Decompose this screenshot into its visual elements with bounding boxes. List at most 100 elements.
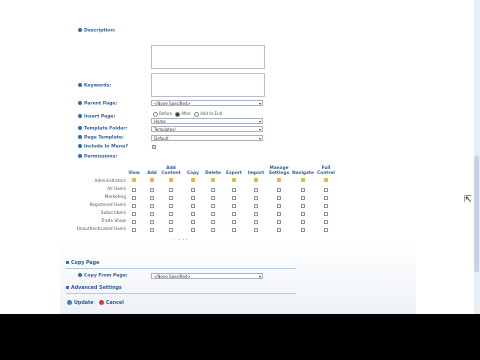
permission-checkbox[interactable]: [324, 204, 328, 208]
permission-checkbox[interactable]: [254, 204, 258, 208]
permission-checkbox[interactable]: [232, 196, 236, 200]
permission-checkbox[interactable]: [191, 228, 195, 232]
parent-page-select[interactable]: <None Specified> ▾: [151, 100, 263, 106]
permission-checkbox[interactable]: [232, 228, 236, 232]
permission-checkbox[interactable]: [324, 188, 328, 192]
permission-checkbox[interactable]: [150, 220, 154, 224]
permission-checkbox[interactable]: [277, 188, 281, 192]
cancel-icon: [99, 300, 104, 305]
help-icon[interactable]: [78, 135, 82, 139]
include-in-menu-checkbox[interactable]: [152, 145, 156, 149]
permission-checkbox[interactable]: [132, 196, 136, 200]
permission-column-header: Full Control: [317, 166, 335, 176]
page-template-select[interactable]: Default ▾: [151, 135, 263, 141]
permission-checkbox[interactable]: [301, 196, 305, 200]
permission-checkbox[interactable]: [132, 204, 136, 208]
copy-from-page-label: Copy From Page:: [78, 273, 128, 279]
cancel-button[interactable]: Cancel: [99, 300, 124, 306]
help-icon[interactable]: [78, 273, 82, 277]
permission-column-header: Add Content: [161, 166, 181, 176]
permission-checkbox[interactable]: [254, 228, 258, 232]
insert-page-select[interactable]: Home ▾: [151, 118, 263, 124]
permission-checkbox[interactable]: [150, 196, 154, 200]
permission-checkbox[interactable]: [191, 220, 195, 224]
permission-role-label: Unauthenticated Users: [76, 227, 126, 232]
radio-before[interactable]: [153, 111, 158, 117]
help-icon[interactable]: [78, 144, 82, 148]
permission-checkbox[interactable]: [254, 220, 258, 224]
permission-column-header: Manage Settings: [268, 166, 290, 176]
copy-page-section-header[interactable]: Copy Page: [66, 261, 99, 266]
permission-checkbox[interactable]: [254, 212, 258, 216]
permission-checkbox[interactable]: [132, 228, 136, 232]
radio-add-to-end[interactable]: [194, 111, 200, 117]
help-icon[interactable]: [78, 28, 82, 32]
permission-checkbox[interactable]: [150, 212, 154, 216]
permission-checkbox[interactable]: [211, 196, 215, 200]
permission-checkbox[interactable]: [277, 228, 281, 232]
section-divider: [66, 268, 296, 269]
help-icon[interactable]: [78, 154, 82, 158]
permission-checkbox[interactable]: [254, 196, 258, 200]
copy-from-page-select[interactable]: <None Specified> ▾: [151, 273, 263, 279]
permission-checkbox[interactable]: [211, 212, 215, 216]
permission-checkbox[interactable]: [232, 188, 236, 192]
help-icon[interactable]: [78, 114, 82, 118]
permission-checkbox[interactable]: [211, 220, 215, 224]
permission-checkbox[interactable]: [150, 188, 154, 192]
permission-checkbox[interactable]: [191, 196, 195, 200]
permission-checkbox[interactable]: [169, 228, 173, 232]
lock-icon: [169, 178, 173, 182]
permission-checkbox[interactable]: [277, 212, 281, 216]
help-icon[interactable]: [78, 126, 82, 130]
keywords-label: Keywords:: [78, 83, 111, 89]
permission-checkbox[interactable]: [277, 204, 281, 208]
permission-checkbox[interactable]: [254, 188, 258, 192]
section-divider: [66, 293, 296, 294]
description-field[interactable]: [151, 45, 265, 69]
permission-checkbox[interactable]: [324, 220, 328, 224]
radio-after[interactable]: [175, 111, 181, 117]
permission-checkbox[interactable]: [191, 204, 195, 208]
parent-page-label: Parent Page:: [78, 101, 117, 107]
permission-checkbox[interactable]: [301, 212, 305, 216]
permission-checkbox[interactable]: [232, 220, 236, 224]
permission-checkbox[interactable]: [191, 212, 195, 216]
permission-checkbox[interactable]: [150, 204, 154, 208]
permission-checkbox[interactable]: [132, 212, 136, 216]
permission-checkbox[interactable]: [211, 188, 215, 192]
template-folder-select[interactable]: Templates/▾: [151, 126, 263, 132]
permission-checkbox[interactable]: [169, 212, 173, 216]
permission-checkbox[interactable]: [324, 196, 328, 200]
permission-checkbox[interactable]: [277, 220, 281, 224]
permission-checkbox[interactable]: [150, 228, 154, 232]
permission-checkbox[interactable]: [132, 220, 136, 224]
permission-checkbox[interactable]: [277, 196, 281, 200]
permission-checkbox[interactable]: [301, 220, 305, 224]
scrollbar-thumb[interactable]: [474, 156, 479, 272]
keywords-field[interactable]: [151, 73, 265, 97]
permission-checkbox[interactable]: [169, 204, 173, 208]
permission-checkbox[interactable]: [211, 228, 215, 232]
help-icon[interactable]: [78, 101, 82, 105]
permission-checkbox[interactable]: [169, 188, 173, 192]
update-button[interactable]: Update: [67, 300, 94, 306]
permission-checkbox[interactable]: [301, 188, 305, 192]
permission-checkbox[interactable]: [324, 228, 328, 232]
permission-checkbox[interactable]: [301, 228, 305, 232]
permission-checkbox[interactable]: [191, 188, 195, 192]
permission-checkbox[interactable]: [211, 204, 215, 208]
permission-checkbox[interactable]: [169, 196, 173, 200]
permission-checkbox[interactable]: [132, 188, 136, 192]
page-settings-form: Description: Keywords: Parent Page: <Non…: [60, 0, 416, 314]
advanced-settings-section-header[interactable]: Advanced Settings: [66, 286, 122, 291]
permission-checkbox[interactable]: [324, 212, 328, 216]
radio-add-to-end-label: Add to End: [200, 111, 223, 116]
permission-checkbox[interactable]: [301, 204, 305, 208]
lock-icon: [324, 178, 328, 182]
mouse-cursor-icon: ⇱: [464, 195, 472, 205]
permission-checkbox[interactable]: [169, 220, 173, 224]
help-icon[interactable]: [78, 83, 82, 87]
permission-checkbox[interactable]: [232, 212, 236, 216]
permission-checkbox[interactable]: [232, 204, 236, 208]
